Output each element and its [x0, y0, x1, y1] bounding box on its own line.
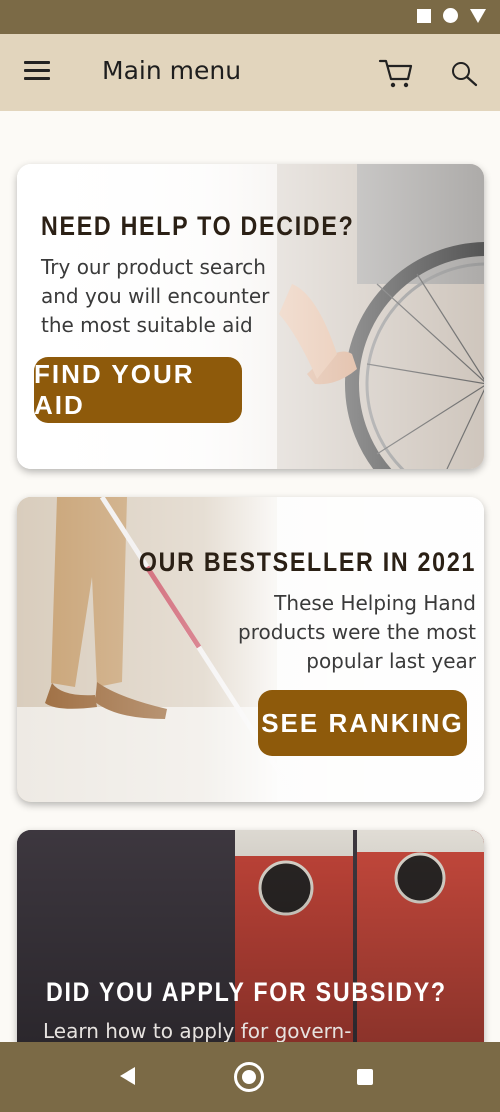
card-title: DID YOU APPLY FOR SUBSIDY? — [46, 977, 447, 1007]
find-your-aid-button[interactable]: FIND YOUR AID — [34, 357, 242, 423]
search-icon[interactable] — [448, 58, 480, 90]
back-icon[interactable] — [120, 1067, 135, 1085]
page-title: Main menu — [102, 56, 242, 85]
recents-icon[interactable] — [357, 1069, 373, 1085]
main-content: NEED HELP TO DECIDE? Try our product sea… — [0, 111, 500, 1042]
see-ranking-button[interactable]: SEE RANKING — [258, 690, 467, 756]
subsidy-card[interactable]: DID YOU APPLY FOR SUBSIDY? Learn how to … — [17, 830, 484, 1042]
red-binders-photo — [17, 830, 484, 1042]
home-icon[interactable] — [234, 1062, 264, 1092]
card-text: Learn how to apply for govern- — [43, 1019, 352, 1042]
app-bar: Main menu — [0, 34, 500, 111]
status-bar — [0, 0, 500, 34]
circle-icon — [443, 8, 458, 23]
card-title: NEED HELP TO DECIDE? — [41, 211, 355, 241]
card-text: Try our product search and you will enco… — [41, 255, 270, 337]
card-text: These Helping Hand products were the mos… — [238, 591, 476, 673]
system-nav-bar — [0, 1042, 500, 1112]
triangle-icon — [470, 8, 486, 23]
card-title: OUR BESTSELLER IN 2021 — [138, 547, 476, 577]
status-icons — [417, 8, 486, 23]
square-icon — [417, 8, 431, 23]
bestseller-card[interactable]: OUR BESTSELLER IN 2021 These Helping Han… — [17, 497, 484, 802]
product-search-card[interactable]: NEED HELP TO DECIDE? Try our product sea… — [17, 164, 484, 469]
cart-icon[interactable] — [378, 54, 414, 90]
menu-icon[interactable] — [24, 61, 54, 85]
